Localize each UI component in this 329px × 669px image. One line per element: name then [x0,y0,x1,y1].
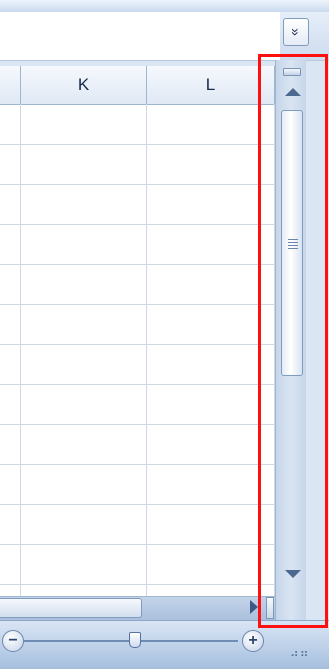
zoom-slider-thumb[interactable] [129,632,141,648]
grid-line [0,504,275,505]
grip-line [288,248,298,249]
grid-line [0,184,275,185]
scroll-right-arrow-icon[interactable] [250,600,258,614]
grid-line [0,464,275,465]
zoom-out-button[interactable]: − [2,630,24,652]
column-label: L [205,75,216,94]
grip-line [288,242,298,243]
double-chevron-down-icon: » [287,28,304,36]
column-header-k[interactable]: K [21,66,147,104]
minus-icon: − [8,632,18,649]
grid-line [20,104,21,596]
grid-line [0,384,275,385]
grid-line [0,584,275,585]
grid-line [0,304,275,305]
formula-bar[interactable] [0,12,280,61]
scroll-down-arrow-icon[interactable] [285,570,301,578]
vertical-scroll-thumb[interactable] [281,110,303,376]
split-box[interactable] [283,68,301,76]
grid-line [0,264,275,265]
column-header-l[interactable]: L [147,66,275,104]
horizontal-scroll-thumb[interactable] [0,598,142,618]
grid-line [0,544,275,545]
grid-line [146,104,147,596]
status-bar [0,620,329,669]
column-header-partial[interactable] [0,66,21,104]
grid-line [0,424,275,425]
resize-grip-icon[interactable]: ⠴⠶ [290,646,310,660]
scroll-up-arrow-icon[interactable] [285,88,301,96]
horizontal-split-box[interactable] [266,597,274,619]
grid-line [0,224,275,225]
grip-line [288,245,298,246]
worksheet-grid[interactable] [0,66,275,596]
zoom-in-button[interactable]: + [242,630,264,652]
plus-icon: + [248,632,258,649]
expand-formula-bar-button[interactable]: » [283,18,309,46]
column-label: K [77,75,90,94]
grid-line [0,344,275,345]
grip-line [288,239,298,240]
grid-line [0,144,275,145]
